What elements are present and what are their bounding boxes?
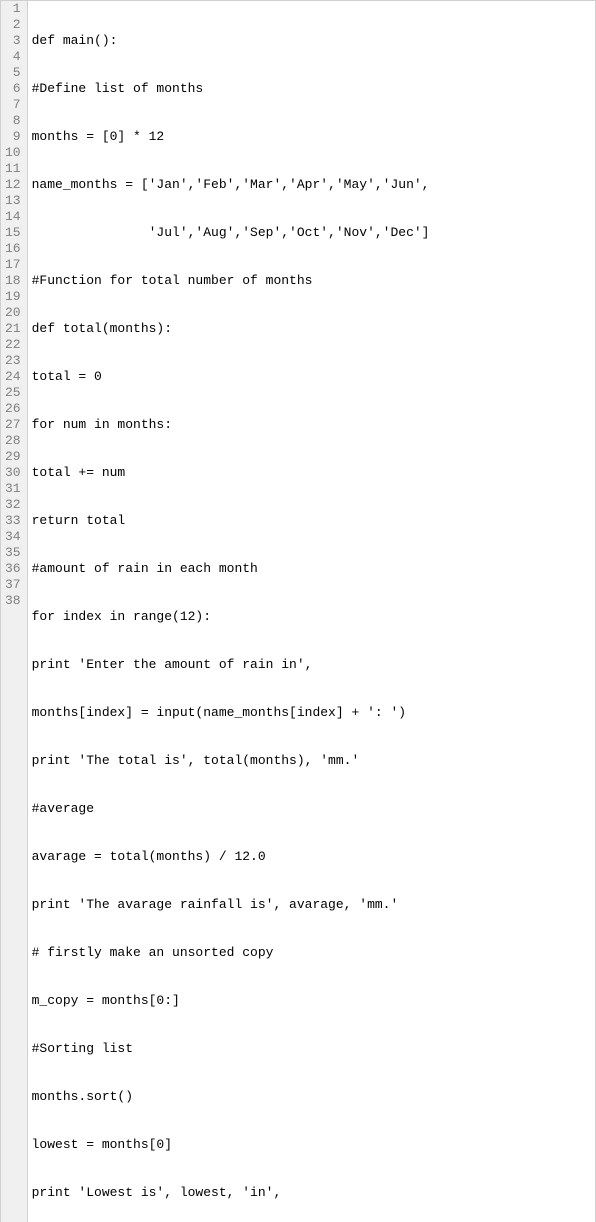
line-number: 33 bbox=[5, 513, 21, 529]
line-number: 23 bbox=[5, 353, 21, 369]
line-number: 9 bbox=[5, 129, 21, 145]
line-number: 34 bbox=[5, 529, 21, 545]
line-number: 16 bbox=[5, 241, 21, 257]
line-number: 2 bbox=[5, 17, 21, 33]
code-line[interactable]: m_copy = months[0:] bbox=[32, 993, 591, 1009]
line-number: 19 bbox=[5, 289, 21, 305]
line-number: 31 bbox=[5, 481, 21, 497]
line-number: 21 bbox=[5, 321, 21, 337]
code-line[interactable]: print 'Enter the amount of rain in', bbox=[32, 657, 591, 673]
line-number: 7 bbox=[5, 97, 21, 113]
line-number: 10 bbox=[5, 145, 21, 161]
code-line[interactable]: for num in months: bbox=[32, 417, 591, 433]
code-editor: 1 2 3 4 5 6 7 8 9 10 11 12 13 14 15 16 1… bbox=[0, 0, 596, 1222]
code-line[interactable]: #Sorting list bbox=[32, 1041, 591, 1057]
code-line[interactable]: # firstly make an unsorted copy bbox=[32, 945, 591, 961]
line-number: 24 bbox=[5, 369, 21, 385]
code-line[interactable]: for index in range(12): bbox=[32, 609, 591, 625]
line-number: 15 bbox=[5, 225, 21, 241]
code-line[interactable]: months.sort() bbox=[32, 1089, 591, 1105]
line-number: 4 bbox=[5, 49, 21, 65]
code-line[interactable]: def main(): bbox=[32, 33, 591, 49]
line-number: 36 bbox=[5, 561, 21, 577]
line-number: 11 bbox=[5, 161, 21, 177]
line-number: 22 bbox=[5, 337, 21, 353]
code-line[interactable]: print 'The avarage rainfall is', avarage… bbox=[32, 897, 591, 913]
line-number: 12 bbox=[5, 177, 21, 193]
line-number: 38 bbox=[5, 593, 21, 609]
line-number: 3 bbox=[5, 33, 21, 49]
code-line[interactable]: #Function for total number of months bbox=[32, 273, 591, 289]
code-line[interactable]: print 'The total is', total(months), 'mm… bbox=[32, 753, 591, 769]
code-line[interactable]: return total bbox=[32, 513, 591, 529]
line-number: 13 bbox=[5, 193, 21, 209]
code-content[interactable]: def main(): #Define list of months month… bbox=[28, 1, 595, 1222]
line-number: 18 bbox=[5, 273, 21, 289]
line-number: 28 bbox=[5, 433, 21, 449]
code-line[interactable]: def total(months): bbox=[32, 321, 591, 337]
line-number: 5 bbox=[5, 65, 21, 81]
line-number: 6 bbox=[5, 81, 21, 97]
line-number: 17 bbox=[5, 257, 21, 273]
code-line[interactable]: total += num bbox=[32, 465, 591, 481]
code-line[interactable]: print 'Lowest is', lowest, 'in', bbox=[32, 1185, 591, 1201]
code-line[interactable]: #amount of rain in each month bbox=[32, 561, 591, 577]
line-number: 32 bbox=[5, 497, 21, 513]
line-number: 8 bbox=[5, 113, 21, 129]
code-line[interactable]: name_months = ['Jan','Feb','Mar','Apr','… bbox=[32, 177, 591, 193]
line-number-gutter: 1 2 3 4 5 6 7 8 9 10 11 12 13 14 15 16 1… bbox=[1, 1, 28, 1222]
code-line[interactable]: #Define list of months bbox=[32, 81, 591, 97]
code-line[interactable]: total = 0 bbox=[32, 369, 591, 385]
line-number: 1 bbox=[5, 1, 21, 17]
line-number: 14 bbox=[5, 209, 21, 225]
code-line[interactable]: avarage = total(months) / 12.0 bbox=[32, 849, 591, 865]
line-number: 20 bbox=[5, 305, 21, 321]
line-number: 30 bbox=[5, 465, 21, 481]
line-number: 29 bbox=[5, 449, 21, 465]
code-line[interactable]: lowest = months[0] bbox=[32, 1137, 591, 1153]
line-number: 25 bbox=[5, 385, 21, 401]
code-line[interactable]: #average bbox=[32, 801, 591, 817]
line-number: 27 bbox=[5, 417, 21, 433]
line-number: 37 bbox=[5, 577, 21, 593]
code-line[interactable]: months[index] = input(name_months[index]… bbox=[32, 705, 591, 721]
line-number: 35 bbox=[5, 545, 21, 561]
code-line[interactable]: 'Jul','Aug','Sep','Oct','Nov','Dec'] bbox=[32, 225, 591, 241]
line-number: 26 bbox=[5, 401, 21, 417]
code-line[interactable]: months = [0] * 12 bbox=[32, 129, 591, 145]
